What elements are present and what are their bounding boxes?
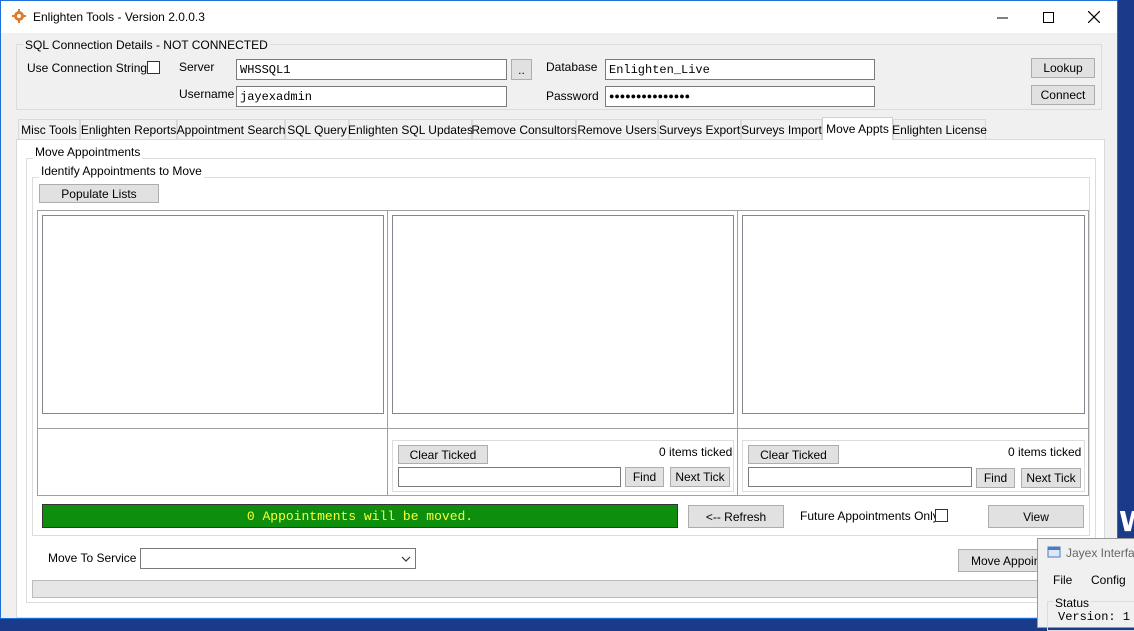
popup-version-text: Version: 1 — [1058, 610, 1131, 624]
list-box-3[interactable] — [742, 215, 1085, 414]
populate-lists-button[interactable]: Populate Lists — [39, 184, 159, 203]
connection-group-title: SQL Connection Details - NOT CONNECTED — [23, 38, 270, 52]
username-input[interactable]: jayexadmin — [236, 86, 507, 107]
move-to-service-label: Move To Service — [48, 551, 137, 565]
next-tick-button-3[interactable]: Next Tick — [1021, 468, 1081, 488]
maximize-button[interactable] — [1025, 1, 1071, 33]
database-label: Database — [546, 60, 598, 74]
lookup-button[interactable]: Lookup — [1031, 58, 1095, 78]
items-ticked-label-2: 0 items ticked — [659, 445, 733, 459]
identify-group-title: Identify Appointments to Move — [39, 164, 204, 178]
popup-title: Jayex Interface — [1066, 546, 1134, 560]
tab-sql-query[interactable]: SQL Query — [285, 119, 349, 139]
move-to-service-dropdown[interactable] — [140, 548, 416, 569]
future-appointments-checkbox[interactable] — [935, 509, 948, 522]
jayex-interface-window[interactable]: Jayex Interface File Config Status Versi… — [1037, 538, 1134, 631]
progress-bar — [32, 580, 1092, 598]
username-label: Username — [179, 87, 235, 101]
next-tick-button-2[interactable]: Next Tick — [670, 467, 730, 487]
refresh-button[interactable]: <-- Refresh — [688, 505, 784, 528]
find-button-3[interactable]: Find — [976, 468, 1015, 488]
close-icon — [1088, 11, 1100, 23]
find-input-2[interactable] — [398, 467, 621, 487]
list-box-1[interactable] — [42, 215, 384, 414]
close-button[interactable] — [1071, 1, 1117, 33]
tab-move-appts[interactable]: Move Appts — [822, 117, 893, 140]
app-window-icon — [1047, 546, 1061, 558]
view-button[interactable]: View — [988, 505, 1084, 528]
appointments-status-bar: 0 Appointments will be moved. — [42, 504, 678, 528]
database-input[interactable]: Enlighten_Live — [605, 59, 875, 80]
find-input-3[interactable] — [748, 467, 972, 487]
list-box-2[interactable] — [392, 215, 734, 414]
chevron-down-icon — [401, 556, 411, 562]
desktop-background-text: W — [1119, 505, 1134, 538]
minimize-icon — [996, 17, 1008, 18]
tab-enlighten-reports[interactable]: Enlighten Reports — [80, 119, 177, 139]
window-title: Enlighten Tools - Version 2.0.0.3 — [33, 10, 205, 24]
tab-misc-tools[interactable]: Misc Tools — [18, 119, 80, 139]
server-browse-button[interactable]: .. — [511, 59, 532, 80]
clear-ticked-button-2[interactable]: Clear Ticked — [398, 445, 488, 464]
controls-cell-1 — [37, 428, 388, 496]
connect-button[interactable]: Connect — [1031, 85, 1095, 105]
server-label: Server — [179, 60, 215, 74]
tab-appointment-search[interactable]: Appointment Search — [177, 119, 285, 139]
app-gear-icon — [12, 9, 26, 23]
use-connection-string-label: Use Connection String? — [27, 61, 154, 75]
popup-menu-file[interactable]: File — [1053, 573, 1072, 587]
clear-ticked-button-3[interactable]: Clear Ticked — [748, 445, 839, 464]
tab-surveys-export[interactable]: Surveys Export — [658, 119, 741, 139]
password-input[interactable]: ●●●●●●●●●●●●●●● — [605, 86, 875, 107]
server-input[interactable]: WHSSQL1 — [236, 59, 507, 80]
tab-enlighten-license[interactable]: Enlighten License — [892, 119, 987, 139]
move-appointments-title: Move Appointments — [33, 145, 143, 159]
use-connection-string-checkbox[interactable] — [147, 61, 160, 74]
popup-status-label: Status — [1053, 596, 1092, 610]
tab-surveys-import[interactable]: Surveys Import — [741, 119, 822, 139]
find-button-2[interactable]: Find — [625, 467, 664, 487]
future-appointments-label: Future Appointments Only? — [800, 509, 946, 523]
main-window: Enlighten Tools - Version 2.0.0.3 SQL Co… — [0, 0, 1118, 619]
tab-remove-consultors[interactable]: Remove Consultors — [471, 119, 577, 139]
minimize-button[interactable] — [979, 1, 1025, 33]
tab-remove-users[interactable]: Remove Users — [576, 119, 658, 139]
password-label: Password — [546, 89, 599, 103]
popup-menu-config[interactable]: Config — [1091, 573, 1126, 587]
items-ticked-label-3: 0 items ticked — [1008, 445, 1082, 459]
title-bar[interactable]: Enlighten Tools - Version 2.0.0.3 — [1, 1, 1117, 33]
maximize-icon — [1042, 11, 1054, 23]
tab-enlighten-sql-updates[interactable]: Enlighten SQL Updates — [348, 119, 473, 139]
